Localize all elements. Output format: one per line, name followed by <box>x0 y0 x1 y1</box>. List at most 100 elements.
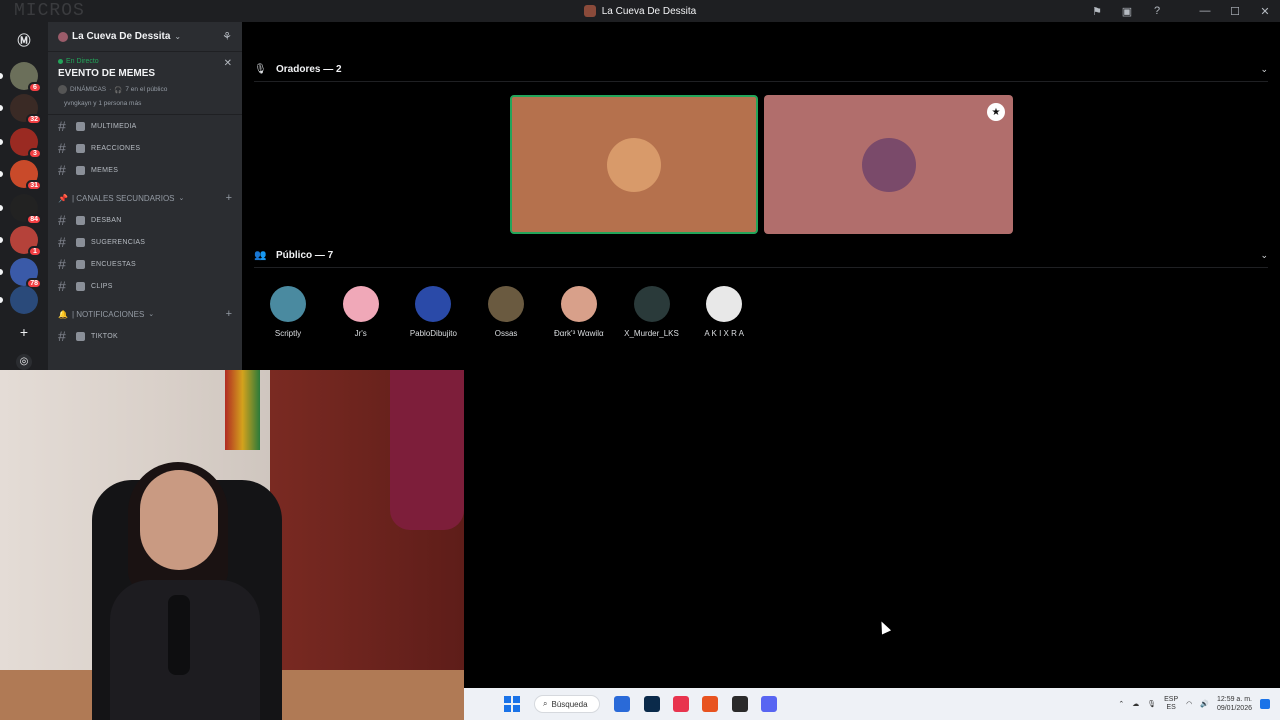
discover-icon[interactable]: ◎ <box>16 354 32 370</box>
bell-icon: 🔔 <box>58 309 68 319</box>
server-icon <box>583 5 596 17</box>
search-icon: ⌕ <box>543 699 548 708</box>
channel-label: SUGERENCIAS <box>91 238 146 246</box>
avatar <box>488 286 525 322</box>
server-rail: Ⓜ 6 32 3 31 84 1 78 + ◎ <box>0 22 48 370</box>
channel-label: CLIPS <box>91 282 113 290</box>
avatar <box>607 137 661 192</box>
channel-label: ENCUESTAS <box>91 260 136 268</box>
language-indicator[interactable]: ESP ES <box>1164 696 1178 712</box>
inbox-icon[interactable]: ⚑ <box>1082 0 1112 22</box>
minimize-icon[interactable]: — <box>1190 0 1220 22</box>
live-indicator: En Directo <box>58 58 232 65</box>
overlay-ghost-text: MICROS <box>14 1 85 21</box>
search-label: Búsqueda <box>551 699 588 709</box>
streamer-face <box>140 470 218 570</box>
file-explorer-icon[interactable] <box>614 696 630 712</box>
audience-member[interactable]: A K I X R A <box>688 286 760 338</box>
live-event-panel[interactable]: En Directo EVENTO DE MEMES ✕ DINÁMICAS ·… <box>48 52 242 115</box>
audience-name: Ðαrk'³ Wαwilα <box>553 329 604 338</box>
windows-start-icon[interactable] <box>504 696 520 712</box>
audience-member[interactable]: Ðαrk'³ Wαwilα <box>543 286 615 338</box>
channel-sidebar: La Cueva De Dessita ⌄ ⚘ En Directo EVENT… <box>48 22 242 370</box>
lang-bottom: ES <box>1166 704 1176 711</box>
invite-icon[interactable]: ⚘ <box>222 30 232 43</box>
hash-icon: # <box>58 256 66 272</box>
chevron-down-icon[interactable]: ⌄ <box>1260 64 1268 75</box>
server-icon[interactable]: 78 <box>10 258 42 289</box>
wifi-icon[interactable]: ◠ <box>1186 700 1192 708</box>
server-icon[interactable]: 3 <box>10 128 42 159</box>
server-icon[interactable]: 1 <box>10 226 42 257</box>
notification-icon[interactable] <box>1260 699 1270 709</box>
hash-icon: # <box>58 234 66 250</box>
audience-member[interactable]: Jr's <box>325 286 397 338</box>
unread-badge: 1 <box>28 246 42 257</box>
channel-label: MULTIMEDIA <box>91 122 137 130</box>
obs-icon[interactable] <box>732 696 748 712</box>
server-icon[interactable]: 6 <box>10 62 42 93</box>
server-icon[interactable]: 32 <box>10 94 42 125</box>
server-icon[interactable]: 84 <box>10 194 42 225</box>
hash-icon: # <box>58 140 66 156</box>
system-tray: ⌃ ☁ 🎙 ESP ES ◠ 🔊 12:59 a. m. 09/01/2026 <box>1118 688 1280 720</box>
avatar <box>270 286 306 322</box>
channel-tiktok[interactable]: # TIKTOK <box>48 325 242 347</box>
audience-member[interactable]: Scriptly <box>252 286 324 338</box>
close-icon[interactable]: ✕ <box>1250 0 1280 22</box>
unread-pip <box>0 205 3 211</box>
onedrive-icon[interactable]: ☁ <box>1132 700 1139 708</box>
audience-member[interactable]: Ossas <box>470 286 542 338</box>
brave-icon[interactable] <box>702 696 718 712</box>
channel-clips[interactable]: # CLIPS <box>48 275 242 297</box>
add-channel-icon[interactable]: + <box>226 308 232 320</box>
maximize-icon[interactable]: ☐ <box>1220 0 1250 22</box>
event-audience: 7 en el público <box>125 86 168 93</box>
channel-multimedia[interactable]: # MULTIMEDIA <box>48 115 242 137</box>
help-icon[interactable]: ? <box>1142 0 1172 22</box>
hash-icon: # <box>58 162 66 178</box>
screen: MICROS La Cueva De Dessita ⚑ ▣ ? — ☐ ✕ Ⓜ… <box>0 0 1280 720</box>
headphones-icon: 🎧 <box>114 86 123 94</box>
server-icon[interactable] <box>10 286 38 314</box>
channel-reacciones[interactable]: # REACCIONES <box>48 137 242 159</box>
unread-pip <box>0 139 3 145</box>
server-header[interactable]: La Cueva De Dessita ⌄ ⚘ <box>48 22 242 52</box>
channel-emoji-icon <box>76 215 85 225</box>
unread-pip <box>0 237 3 243</box>
unread-pip <box>0 297 3 303</box>
close-icon[interactable]: ✕ <box>224 58 232 69</box>
avatar <box>415 286 452 322</box>
discord-icon[interactable] <box>761 696 777 712</box>
clock[interactable]: 12:59 a. m. 09/01/2026 <box>1217 695 1252 713</box>
audience-header[interactable]: 👥 Público — 7 ⌄ <box>254 244 1268 268</box>
volume-icon[interactable]: 🔊 <box>1200 700 1209 708</box>
speaker-tile[interactable] <box>510 95 758 234</box>
channel-desban[interactable]: # DESBAN <box>48 209 242 231</box>
taskbar-search[interactable]: ⌕ Búsqueda <box>534 695 600 713</box>
photoshop-icon[interactable] <box>644 696 660 712</box>
unread-badge: 6 <box>28 82 42 93</box>
unread-badge: 32 <box>26 114 42 125</box>
add-server-icon[interactable]: + <box>16 324 32 340</box>
channel-encuestas[interactable]: # ENCUESTAS <box>48 253 242 275</box>
chevron-up-icon[interactable]: ⌃ <box>1118 700 1124 708</box>
music-icon[interactable] <box>673 696 689 712</box>
category-notificaciones[interactable]: 🔔 | NOTIFICACIONES ⌄ + <box>48 303 242 325</box>
home-icon[interactable]: Ⓜ <box>14 30 34 48</box>
audience-member[interactable]: PabloDibujito <box>397 286 469 338</box>
server-icon[interactable]: 31 <box>10 160 42 191</box>
speakers-header[interactable]: 🎙 Oradores — 2 ⌄ <box>254 58 1268 82</box>
channel-memes[interactable]: # MEMES <box>48 159 242 181</box>
add-channel-icon[interactable]: + <box>226 192 232 204</box>
server-name: La Cueva De Dessita <box>72 31 171 42</box>
mic-icon[interactable]: 🎙 <box>1147 700 1156 708</box>
inbox-tray-icon[interactable]: ▣ <box>1112 0 1142 22</box>
time: 12:59 a. m. <box>1216 696 1252 703</box>
audience-member[interactable]: X_Murder_LKS <box>616 286 688 338</box>
speaker-tile[interactable]: ★ <box>764 95 1013 234</box>
channel-sugerencias[interactable]: # SUGERENCIAS <box>48 231 242 253</box>
category-canales-secundarios[interactable]: 📌 | CANALES SECUNDARIOS ⌄ + <box>48 187 242 209</box>
audience-name: A K I X R A <box>704 329 744 338</box>
chevron-down-icon[interactable]: ⌄ <box>1260 250 1268 261</box>
